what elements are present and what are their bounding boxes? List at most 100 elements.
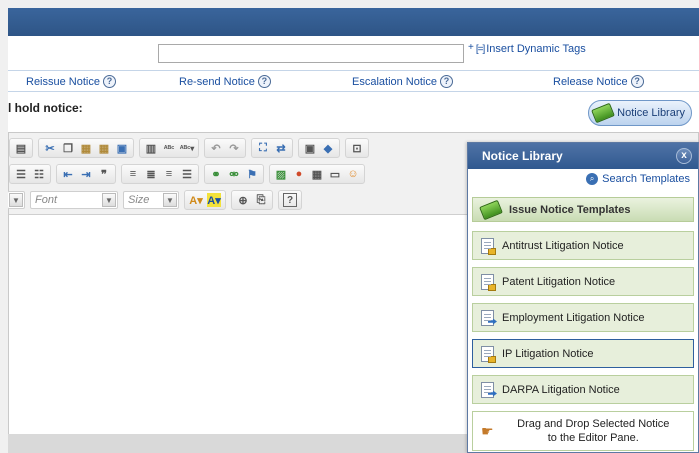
paste-icon[interactable]: ▦: [79, 141, 93, 155]
font-combo-label: Font: [35, 194, 58, 206]
tab-resend-notice[interactable]: Re-send Notice ?: [179, 75, 271, 88]
toolbar-group: ▣ ◆: [298, 138, 340, 158]
toolbar-row-2: ☰ ☷ ⇤ ⇥ ❞ ≡ ≣ ≡ ☰ ⚭ ⚮ ⚑ ▨ ● ▦ ▭ ☺: [9, 162, 370, 186]
section-title: Issue Notice Templates: [509, 203, 631, 216]
indent-icon[interactable]: ⇥: [79, 167, 93, 181]
help-icon[interactable]: ?: [102, 75, 116, 88]
align-left-icon[interactable]: ≡: [126, 167, 140, 181]
insert-dynamic-tags-link[interactable]: + [=] Insert Dynamic Tags: [468, 41, 586, 56]
templates-icon[interactable]: ▤: [14, 141, 28, 155]
paste-text-icon[interactable]: ▦: [97, 141, 111, 155]
spellcheck-icon[interactable]: ᴬᴮᶜ: [162, 141, 176, 155]
remove-format-icon[interactable]: ◆: [321, 141, 335, 155]
cut-icon[interactable]: ✂: [43, 141, 57, 155]
template-item-darpa[interactable]: DARPA Litigation Notice: [472, 375, 694, 404]
spellcheck-dropdown-icon[interactable]: ᴬᴮᶜ▾: [180, 141, 195, 155]
toolbar-group: ✂ ❐ ▦ ▦ ▣: [38, 138, 134, 158]
tab-reissue-notice[interactable]: Reissue Notice ?: [26, 75, 116, 88]
template-item-ip[interactable]: IP Litigation Notice: [472, 339, 694, 368]
drag-drop-text: Drag and Drop Selected Notice to the Edi…: [494, 417, 693, 445]
hand-pointer-icon: ☛: [481, 422, 494, 439]
horizontal-rule-icon[interactable]: ▭: [328, 167, 342, 181]
toolbar-group: ▨ ● ▦ ▭ ☺: [269, 164, 365, 184]
chevron-down-icon[interactable]: ▼: [102, 193, 116, 207]
hold-notice-label: l hold notice:: [8, 101, 83, 115]
toolbar-group: ⊕ ⎘: [231, 190, 273, 210]
toolbar-group: ☰ ☷: [9, 164, 51, 184]
font-combo[interactable]: Font ▼: [30, 191, 118, 209]
close-icon[interactable]: x: [676, 148, 692, 164]
outdent-icon[interactable]: ⇤: [61, 167, 75, 181]
blockquote-icon[interactable]: ❞: [97, 167, 111, 181]
book-icon: [591, 102, 616, 124]
book-icon: [479, 199, 503, 220]
chevron-down-icon[interactable]: ▼: [163, 193, 177, 207]
align-right-icon[interactable]: ≡: [162, 167, 176, 181]
align-center-icon[interactable]: ≣: [144, 167, 158, 181]
doc-arrow-icon: [481, 381, 497, 398]
copy-icon[interactable]: ❐: [61, 141, 75, 155]
tab-escalation-notice[interactable]: Escalation Notice ?: [352, 75, 453, 88]
help-icon[interactable]: ?: [440, 75, 453, 88]
undo-icon[interactable]: ↶: [209, 141, 223, 155]
about-icon[interactable]: ?: [283, 193, 297, 207]
help-icon[interactable]: ?: [257, 75, 271, 88]
tab-label: Escalation Notice: [352, 75, 437, 88]
table-icon[interactable]: ▦: [310, 167, 324, 181]
notice-library-button-label: Notice Library: [617, 107, 685, 119]
image-icon[interactable]: ▨: [274, 167, 288, 181]
notice-library-button[interactable]: Notice Library: [588, 100, 692, 126]
toolbar-group: ▤: [9, 138, 33, 158]
template-item-employment[interactable]: Employment Litigation Notice: [472, 303, 694, 332]
size-combo[interactable]: Size ▼: [123, 191, 179, 209]
doc-arrow-icon: [481, 309, 497, 326]
numbered-list-icon[interactable]: ☰: [14, 167, 28, 181]
template-item-antitrust[interactable]: Antitrust Litigation Notice: [472, 231, 694, 260]
doc-lock-icon: [481, 345, 496, 363]
flash-icon[interactable]: ●: [292, 167, 306, 181]
template-item-label: Patent Litigation Notice: [502, 275, 616, 288]
search-templates-link[interactable]: ⌕ Search Templates: [586, 173, 690, 185]
top-header-bar: [8, 8, 699, 36]
help-icon[interactable]: ?: [630, 75, 644, 88]
show-blocks-icon[interactable]: ⎘: [254, 193, 268, 207]
template-item-label: Employment Litigation Notice: [502, 311, 645, 324]
styles-combo[interactable]: ▼: [8, 191, 25, 209]
text-color-icon[interactable]: A▾: [189, 193, 203, 207]
anchor-flag-icon[interactable]: ⚑: [245, 167, 259, 181]
select-all-icon[interactable]: ▣: [303, 141, 317, 155]
template-item-label: DARPA Litigation Notice: [502, 383, 620, 396]
doc-lock-icon: [481, 273, 496, 291]
replace-icon[interactable]: ⇄: [274, 141, 288, 155]
template-item-patent[interactable]: Patent Litigation Notice: [472, 267, 694, 296]
toolbar-row-1: ▤ ✂ ❐ ▦ ▦ ▣ ▥ ᴬᴮᶜ ᴬᴮᶜ▾ ↶ ↷ ⛶ ⇄ ▣ ◆ ⊡: [9, 136, 374, 160]
redo-icon[interactable]: ↷: [227, 141, 241, 155]
link-icon[interactable]: ⚭: [209, 167, 223, 181]
template-item-label: IP Litigation Notice: [502, 347, 594, 360]
panel-header: Notice Library x: [468, 143, 698, 169]
smiley-icon[interactable]: ☺: [346, 167, 360, 181]
find-icon[interactable]: ⛶: [256, 141, 270, 155]
justify-icon[interactable]: ☰: [180, 167, 194, 181]
tab-release-notice[interactable]: Release Notice ?: [553, 75, 644, 88]
unlink-icon[interactable]: ⚮: [227, 167, 241, 181]
dynamic-tag-input[interactable]: [158, 44, 464, 63]
toolbar-row-3: ▼ Font ▼ Size ▼ A▾ A▾ ⊕ ⎘ ?: [8, 188, 307, 212]
toolbar-group: A▾ A▾: [184, 190, 226, 210]
issue-notice-templates-header[interactable]: Issue Notice Templates: [472, 197, 694, 222]
toolbar-group: ⊡: [345, 138, 369, 158]
plus-icon: +: [468, 41, 474, 53]
bulleted-list-icon[interactable]: ☷: [32, 167, 46, 181]
form-field-icon[interactable]: ⊡: [350, 141, 364, 155]
maximize-icon[interactable]: ⊕: [236, 193, 250, 207]
insert-dynamic-tags-label: Insert Dynamic Tags: [486, 43, 586, 55]
drag-drop-line-2: to the Editor Pane.: [547, 432, 639, 444]
print-icon[interactable]: ▥: [144, 141, 158, 155]
chevron-down-icon[interactable]: ▼: [9, 193, 23, 207]
toolbar-group: ⚭ ⚮ ⚑: [204, 164, 264, 184]
background-color-icon[interactable]: A▾: [207, 193, 221, 207]
tab-label: Reissue Notice: [26, 75, 100, 88]
toolbar-group: ⛶ ⇄: [251, 138, 293, 158]
search-icon: ⌕: [586, 173, 599, 185]
paste-word-icon[interactable]: ▣: [115, 141, 129, 155]
